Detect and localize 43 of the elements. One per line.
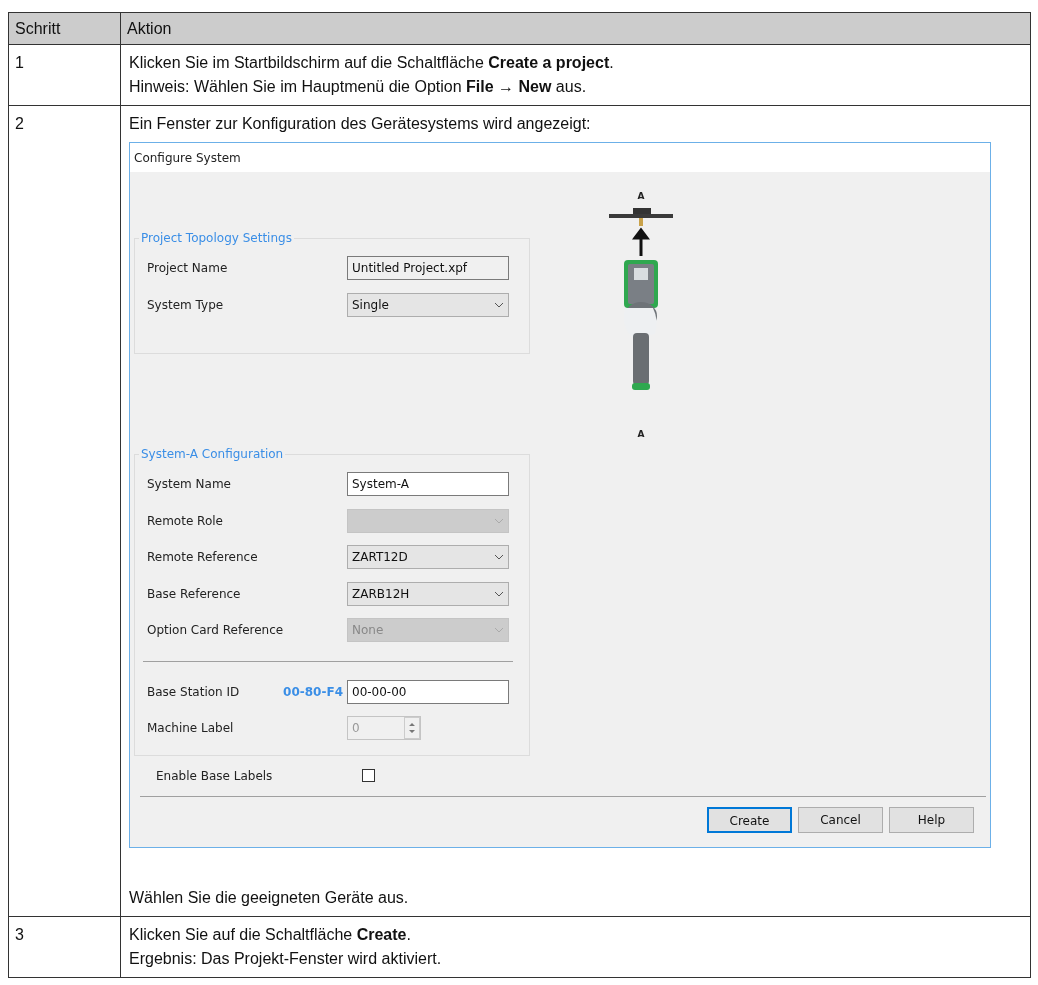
image-label: A — [637, 428, 645, 441]
dialog-button[interactable]: Create — [707, 806, 792, 833]
step-number: 1 — [8, 44, 121, 106]
step-text: Ein Fenster zur Konfiguration des Gerätesystems wird angezeigt: — [129, 114, 592, 134]
field-label: Remote Role — [147, 512, 224, 530]
column-header: Schritt — [8, 12, 121, 45]
step-text: Klicken Sie auf die Schaltfläche Create. — [129, 924, 412, 945]
text-field[interactable]: Untitled Project.xpf — [347, 256, 509, 281]
chevron-down-icon — [494, 554, 504, 561]
field-label: Machine Label — [147, 720, 235, 738]
text-field[interactable]: System-A — [347, 472, 509, 497]
group-title: Project Topology Settings — [140, 230, 293, 247]
field-label: Remote Reference — [147, 549, 259, 567]
dropdown[interactable]: ZART12D — [347, 545, 509, 570]
text-field[interactable]: 00-00-00 — [347, 679, 509, 704]
field-label: Project Name — [147, 260, 229, 278]
field-label: Base Reference — [147, 585, 242, 603]
spinner-arrows-icon — [404, 717, 420, 740]
group-title: System-A Configuration — [140, 446, 285, 463]
field-label: Base Station ID — [147, 683, 241, 701]
chevron-down-icon — [494, 301, 504, 308]
dialog-button[interactable]: Help — [889, 806, 974, 833]
step-number: 3 — [8, 916, 121, 977]
column-header: Aktion — [120, 12, 1031, 45]
chevron-down-icon — [494, 517, 504, 524]
field-label: System Name — [147, 476, 232, 494]
dropdown[interactable]: Single — [347, 292, 509, 317]
id-prefix: 00-80-F4 — [282, 683, 344, 701]
step-text: Hinweis: Wählen Sie im Hauptmenü die Option File → New aus. — [129, 77, 588, 97]
field-label: System Type — [147, 296, 225, 314]
dialog-button[interactable]: Cancel — [798, 806, 883, 833]
step-text: Ergebnis: Das Projekt-Fenster wird aktiviert. — [129, 948, 443, 969]
checkbox[interactable] — [362, 769, 375, 782]
step-number: 2 — [8, 105, 121, 916]
checkbox-label: Enable Base Labels — [156, 767, 274, 785]
image-label: A — [637, 190, 645, 203]
chevron-down-icon — [494, 627, 504, 634]
step-text: Klicken Sie im Startbildschirm auf die Schaltfläche Create a project. — [129, 53, 615, 73]
chevron-down-icon — [494, 590, 504, 597]
step-text: Wählen Sie die geeigneten Geräte aus. — [129, 887, 410, 908]
dropdown[interactable]: ZARB12H — [347, 581, 509, 606]
field-label: Option Card Reference — [147, 622, 285, 640]
window-title: Configure System — [134, 149, 241, 167]
